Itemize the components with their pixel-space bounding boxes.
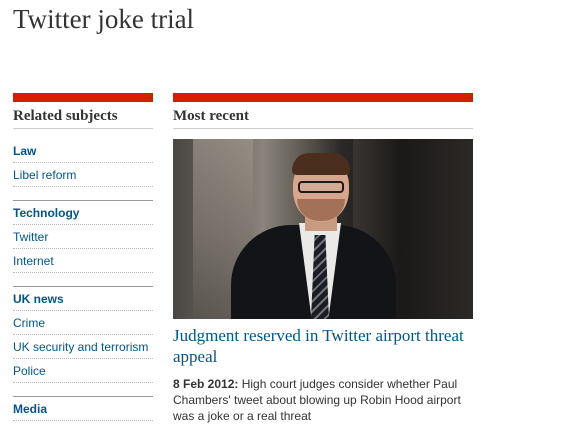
subject-group-technology: Technology Twitter Internet xyxy=(13,200,153,273)
subject-link-uk-security[interactable]: UK security and terrorism xyxy=(13,335,153,359)
subject-link-media[interactable]: Media xyxy=(13,397,153,421)
article-photo[interactable] xyxy=(173,139,473,319)
subject-link-internet[interactable]: Internet xyxy=(13,249,153,273)
section-rule xyxy=(173,93,473,102)
subject-link-uk-news[interactable]: UK news xyxy=(13,287,153,311)
subject-link-law[interactable]: Law xyxy=(13,139,153,163)
subject-link-twitter[interactable]: Twitter xyxy=(13,225,153,249)
article-headline-link[interactable]: Judgment reserved in Twitter airport thr… xyxy=(173,325,473,367)
subject-group-media: Media xyxy=(13,396,153,421)
article-date: 8 Feb 2012: xyxy=(173,377,239,391)
subject-group-law: Law Libel reform xyxy=(13,139,153,187)
section-rule xyxy=(13,93,153,102)
article-standfirst: 8 Feb 2012: High court judges consider w… xyxy=(173,376,473,424)
related-subjects-panel: Related subjects Law Libel reform Techno… xyxy=(13,93,153,421)
subject-link-crime[interactable]: Crime xyxy=(13,311,153,335)
related-subjects-heading: Related subjects xyxy=(13,107,153,129)
subject-group-uk-news: UK news Crime UK security and terrorism … xyxy=(13,286,153,383)
subject-link-police[interactable]: Police xyxy=(13,359,153,383)
subject-link-technology[interactable]: Technology xyxy=(13,201,153,225)
most-recent-panel: Most recent Judgment reserved in Twitter… xyxy=(173,93,473,424)
page-title: Twitter joke trial xyxy=(13,4,195,34)
most-recent-heading: Most recent xyxy=(173,107,473,129)
subject-link-libel-reform[interactable]: Libel reform xyxy=(13,163,153,187)
